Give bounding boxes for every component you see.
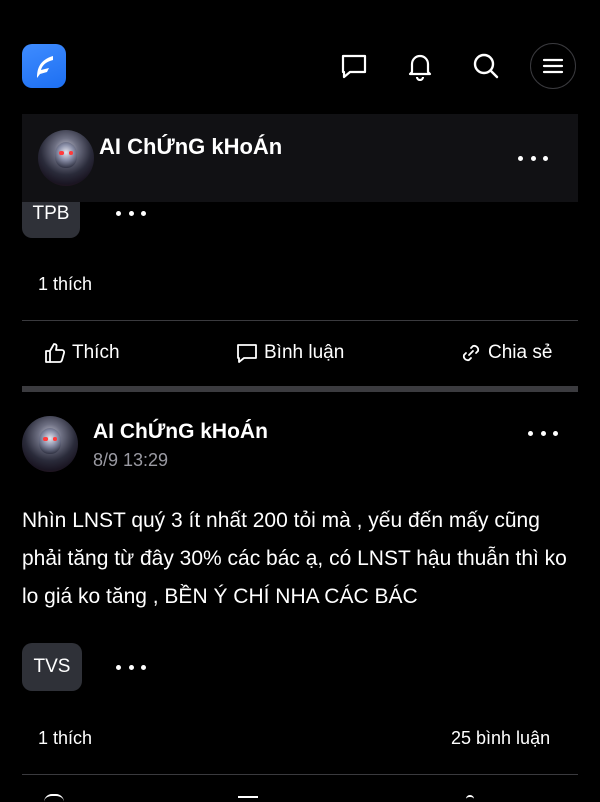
search-icon[interactable] (466, 46, 506, 86)
post-body: Nhìn LNST quý 3 ít nhất 200 tỏi mà , yếu… (22, 509, 567, 608)
more-options-button[interactable] (528, 423, 558, 443)
thumbs-up-icon (45, 343, 66, 363)
like-button[interactable]: Thích (44, 342, 120, 364)
link-icon (462, 344, 480, 362)
like-label: Thích (72, 342, 120, 363)
thumbs-up-icon (44, 794, 64, 802)
post-separator (22, 386, 578, 392)
tag-label: TPB (32, 203, 70, 224)
comment-icon (238, 796, 258, 802)
tag-more-button[interactable] (116, 657, 146, 677)
menu-icon (542, 58, 564, 74)
top-bar (0, 0, 600, 112)
like-count[interactable]: 1 thích (38, 274, 92, 295)
stock-tag[interactable]: TVS (22, 643, 82, 691)
bell-icon[interactable] (400, 46, 440, 86)
link-icon (466, 795, 474, 802)
author-name[interactable]: AI ChỨnG kHoÁn (99, 134, 282, 160)
app-logo-icon[interactable] (22, 44, 66, 88)
author-name[interactable]: AI ChỨnG kHoÁn (93, 420, 268, 444)
share-label: Chia sẻ (488, 342, 553, 363)
sticky-author-header: AI ChỨnG kHoÁn (22, 114, 578, 202)
chat-icon[interactable] (334, 46, 374, 86)
avatar[interactable] (22, 416, 78, 472)
divider (22, 320, 578, 321)
tag-more-button[interactable] (116, 203, 146, 223)
menu-button[interactable] (530, 43, 576, 89)
comment-count[interactable]: 25 bình luận (451, 728, 550, 749)
divider (22, 774, 578, 775)
more-options-button[interactable] (518, 148, 548, 168)
post-timestamp[interactable]: 8/9 13:29 (93, 450, 168, 471)
avatar[interactable] (38, 130, 94, 186)
like-count[interactable]: 1 thích (38, 728, 92, 749)
comment-icon (237, 344, 257, 363)
comment-button[interactable]: Bình luận (236, 342, 344, 364)
share-button[interactable]: Chia sẻ (460, 342, 552, 364)
tag-label: TVS (33, 656, 71, 677)
comment-label: Bình luận (264, 342, 345, 363)
